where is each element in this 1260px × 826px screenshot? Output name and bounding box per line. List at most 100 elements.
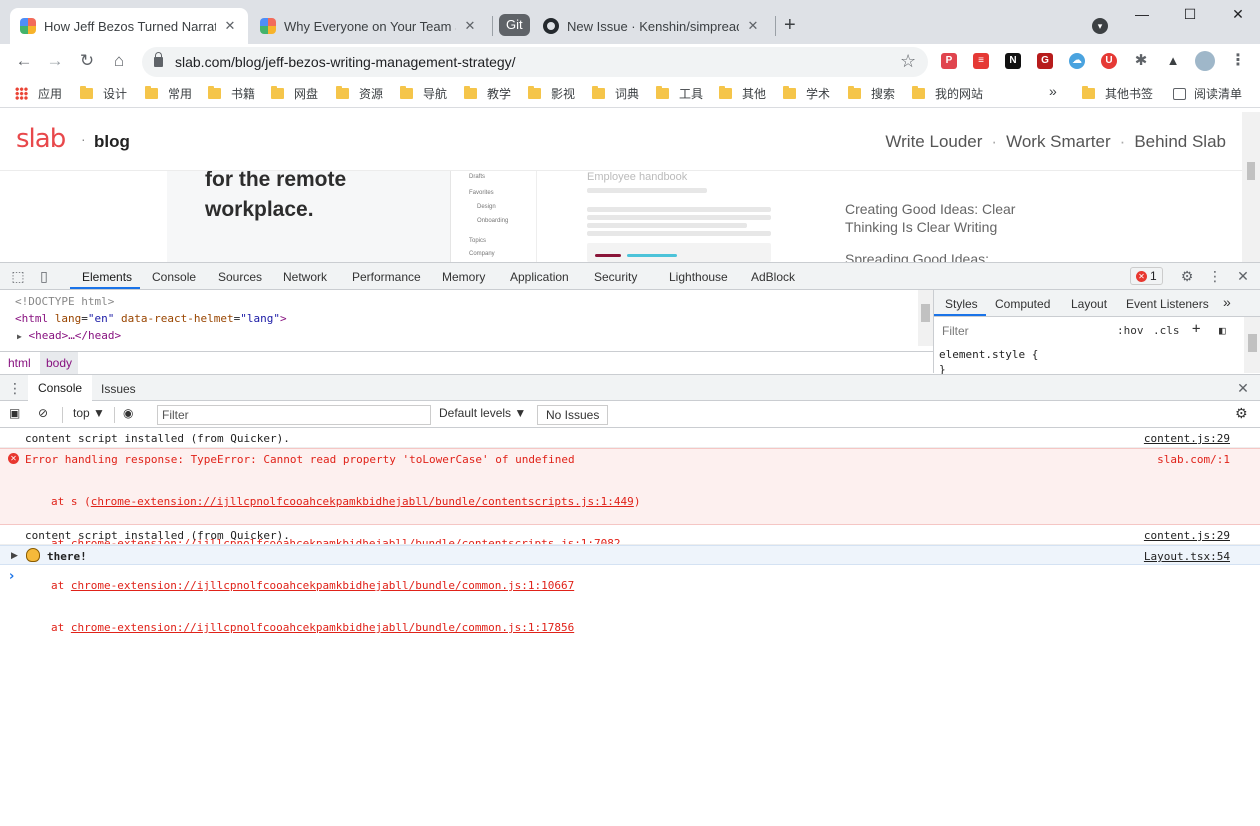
- bookmark-folder[interactable]: 资源: [336, 85, 383, 102]
- tab-security[interactable]: Security: [594, 270, 637, 284]
- elements-scroll-thumb[interactable]: [921, 304, 930, 322]
- bookmark-folder[interactable]: 导航: [400, 85, 447, 102]
- extensions-puzzle-icon[interactable]: ✱: [1133, 53, 1149, 69]
- elements-scrollbar[interactable]: [918, 290, 933, 346]
- nav-write-louder[interactable]: Write Louder: [885, 132, 982, 151]
- tab-layout[interactable]: Layout: [1071, 297, 1107, 311]
- expand-triangle-icon[interactable]: ▶: [17, 332, 22, 341]
- close-drawer-icon[interactable]: ✕: [1235, 380, 1251, 396]
- inspect-element-icon[interactable]: ⬚: [10, 268, 26, 284]
- live-expression-eye-icon[interactable]: ◉: [123, 406, 133, 420]
- drawer-tab-console[interactable]: Console: [28, 375, 93, 401]
- bookmark-folder[interactable]: 教学: [464, 85, 511, 102]
- source-link[interactable]: content.js:29: [1144, 432, 1230, 445]
- other-bookmarks-folder[interactable]: 其他书签: [1082, 85, 1153, 102]
- tab-elements[interactable]: Elements: [82, 270, 132, 284]
- console-settings-gear-icon[interactable]: ⚙: [1235, 405, 1248, 422]
- close-tab-icon[interactable]: ✕: [462, 18, 478, 34]
- tab-computed[interactable]: Computed: [995, 297, 1050, 311]
- drawer-menu-icon[interactable]: ⋮: [7, 380, 23, 396]
- tab-sources[interactable]: Sources: [218, 270, 262, 284]
- styles-scrollbar[interactable]: [1244, 317, 1260, 373]
- bookmark-folder[interactable]: 学术: [783, 85, 830, 102]
- tab-search-icon[interactable]: ▾: [1092, 18, 1108, 34]
- frame-link[interactable]: chrome-extension://ijllcpnolfcooahcekpam…: [91, 495, 634, 508]
- minimize-button[interactable]: —: [1132, 6, 1152, 22]
- tab-group-git[interactable]: Git: [499, 14, 530, 36]
- tab-network[interactable]: Network: [283, 270, 327, 284]
- bookmark-folder[interactable]: 词典: [592, 85, 639, 102]
- page-scroll-thumb[interactable]: [1247, 162, 1255, 180]
- tab-lighthouse[interactable]: Lighthouse: [669, 270, 728, 284]
- tab-adblock[interactable]: AdBlock: [751, 270, 795, 284]
- url-text[interactable]: slab.com/blog/jeff-bezos-writing-managem…: [175, 54, 516, 70]
- related-link[interactable]: Creating Good Ideas: Clear: [845, 200, 1015, 218]
- breadcrumb-html[interactable]: html: [8, 356, 31, 370]
- console-error-message[interactable]: ✕ Error handling response: TypeError: Ca…: [0, 448, 1260, 634]
- reload-icon[interactable]: ↻: [77, 51, 97, 71]
- toggle-sidebar-icon[interactable]: ◧: [1219, 324, 1226, 337]
- close-devtools-icon[interactable]: ✕: [1235, 268, 1251, 284]
- expand-triangle-icon[interactable]: ▶: [11, 551, 18, 561]
- close-window-button[interactable]: ✕: [1228, 6, 1248, 23]
- styles-scroll-thumb[interactable]: [1248, 334, 1257, 352]
- console-message[interactable]: content script installed (from Quicker).…: [0, 525, 1260, 545]
- nav-behind-slab[interactable]: Behind Slab: [1134, 132, 1226, 151]
- tab-bezos-article[interactable]: How Jeff Bezos Turned Narrati ✕: [10, 8, 248, 44]
- new-tab-button[interactable]: +: [784, 14, 796, 36]
- doctype-node[interactable]: <!DOCTYPE html>: [15, 293, 114, 310]
- tab-styles[interactable]: Styles: [945, 297, 978, 311]
- close-tab-icon[interactable]: ✕: [222, 18, 238, 34]
- address-bar[interactable]: slab.com/blog/jeff-bezos-writing-managem…: [142, 47, 928, 77]
- related-link[interactable]: Spreading Good Ideas:: [845, 250, 1015, 262]
- breadcrumb-body[interactable]: body: [40, 352, 79, 374]
- tab-memory[interactable]: Memory: [442, 270, 485, 284]
- frame-link[interactable]: chrome-extension://ijllcpnolfcooahcekpam…: [71, 579, 574, 592]
- notion-extension-icon[interactable]: N: [1005, 53, 1021, 69]
- clear-console-icon[interactable]: ⊘: [38, 406, 48, 420]
- console-filter-input[interactable]: Filter: [157, 405, 431, 425]
- context-selector[interactable]: top ▼: [73, 406, 105, 420]
- new-rule-button[interactable]: +: [1192, 321, 1200, 337]
- drawer-tab-issues[interactable]: Issues: [101, 382, 136, 396]
- error-count-badge[interactable]: ✕ 1: [1130, 267, 1163, 285]
- bookmark-folder[interactable]: 搜索: [848, 85, 895, 102]
- console-object-message[interactable]: ▶ there! Layout.tsx:54: [0, 545, 1260, 565]
- frame-link[interactable]: chrome-extension://ijllcpnolfcooahcekpam…: [71, 621, 574, 634]
- cloud-extension-icon[interactable]: ☁: [1069, 53, 1085, 69]
- browser-menu-icon[interactable]: ⋮: [1230, 53, 1246, 69]
- tab-performance[interactable]: Performance: [352, 270, 421, 284]
- tab-team-article[interactable]: Why Everyone on Your Team S ✕: [250, 8, 488, 44]
- tab-console[interactable]: Console: [152, 270, 196, 284]
- more-options-icon[interactable]: ⋮: [1207, 268, 1223, 284]
- page-scrollbar[interactable]: [1242, 112, 1260, 262]
- bookmark-folder[interactable]: 其他: [719, 85, 766, 102]
- bookmark-folder[interactable]: 影视: [528, 85, 575, 102]
- reader-extension-icon[interactable]: G: [1037, 53, 1053, 69]
- bookmark-apps[interactable]: 应用: [15, 85, 62, 102]
- head-node[interactable]: ▶ <head>…</head>: [17, 327, 121, 345]
- ublock-extension-icon[interactable]: U: [1101, 53, 1117, 69]
- translate-extension-icon[interactable]: ≡: [973, 53, 989, 69]
- bookmark-folder[interactable]: 设计: [80, 85, 127, 102]
- bookmarks-overflow-button[interactable]: »: [1049, 83, 1057, 99]
- slab-logo[interactable]: slab: [16, 124, 66, 154]
- hover-state-button[interactable]: :hov: [1117, 324, 1144, 337]
- bookmark-folder[interactable]: 网盘: [271, 85, 318, 102]
- related-link[interactable]: Thinking Is Clear Writing: [845, 218, 1015, 236]
- labs-flask-icon[interactable]: ▲: [1165, 53, 1181, 69]
- bookmark-star-icon[interactable]: ☆: [900, 51, 916, 72]
- html-node[interactable]: <html lang="en" data-react-helmet="lang"…: [15, 310, 287, 327]
- source-link[interactable]: content.js:29: [1144, 529, 1230, 542]
- settings-gear-icon[interactable]: ⚙: [1179, 268, 1195, 284]
- bookmark-folder[interactable]: 工具: [656, 85, 703, 102]
- pocket-extension-icon[interactable]: P: [941, 53, 957, 69]
- issues-button[interactable]: No Issues: [537, 405, 609, 425]
- lock-icon[interactable]: [154, 52, 163, 67]
- more-tabs-button[interactable]: »: [1223, 294, 1231, 310]
- close-tab-icon[interactable]: ✕: [745, 18, 761, 34]
- bookmark-folder[interactable]: 书籍: [208, 85, 255, 102]
- blog-label[interactable]: blog: [94, 132, 130, 152]
- log-levels-dropdown[interactable]: Default levels ▼: [439, 406, 526, 420]
- source-link[interactable]: slab.com/:1: [1157, 453, 1230, 466]
